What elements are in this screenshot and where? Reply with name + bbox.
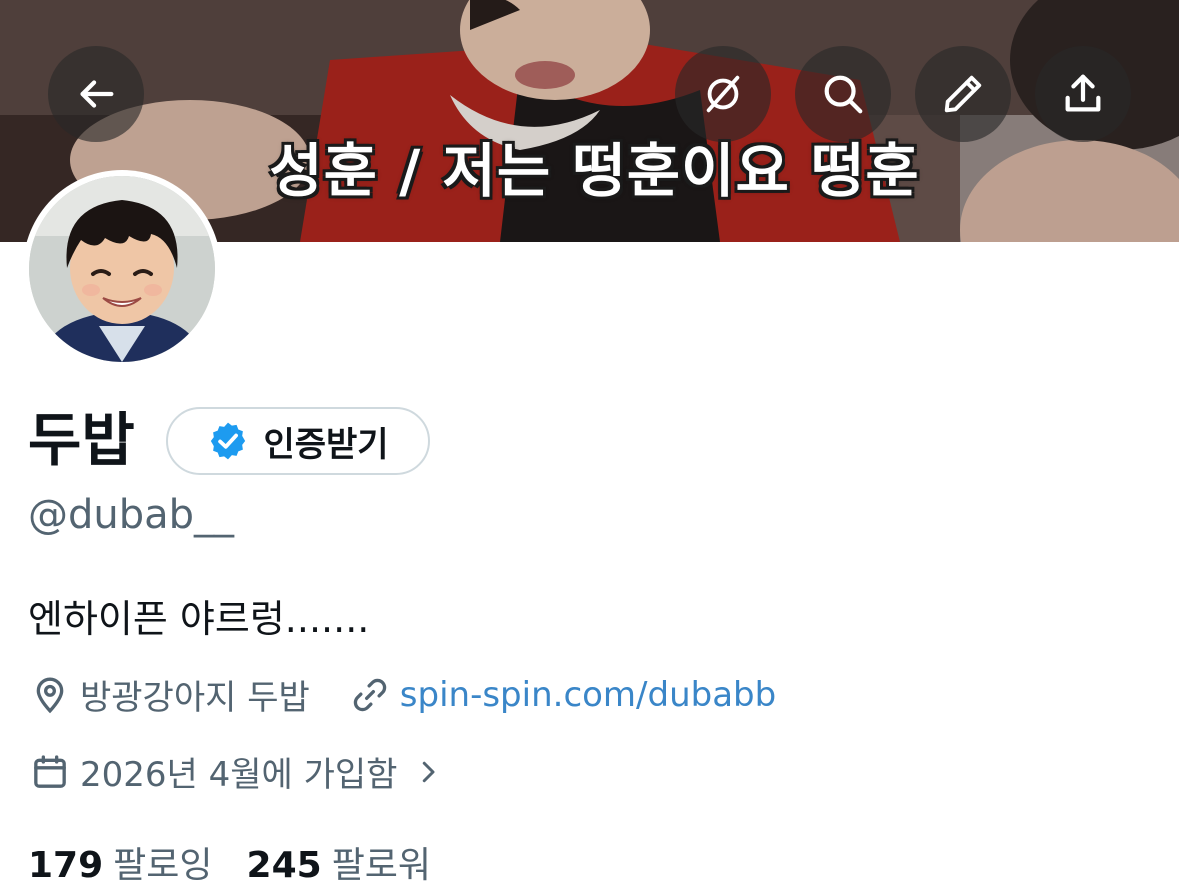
joined-date: 2026년 4월에 가입함 [80, 755, 398, 795]
link-icon [353, 678, 386, 711]
location-text: 방광강아지 두밥 [80, 678, 310, 718]
calendar-icon [34, 754, 66, 788]
get-verified-label: 인증받기 [263, 424, 389, 465]
verified-badge-icon [211, 422, 246, 460]
location-pin-icon [36, 677, 64, 713]
followers-label: 팔로워 [331, 845, 432, 886]
location-item: 방광강아지 두밥 [30, 670, 310, 719]
user-handle: @dubab__ [28, 492, 235, 538]
following-link[interactable]: 179 팔로잉 [28, 836, 213, 888]
website-item[interactable]: spin-spin.com/dubabb [350, 675, 776, 715]
arrow-left-icon [80, 80, 114, 108]
profile-meta-row: 방광강아지 두밥 spin-spin.com/dubabb [30, 670, 776, 719]
grok-button[interactable] [675, 46, 771, 142]
search-icon [824, 75, 863, 114]
followers-link[interactable]: 245 팔로워 [247, 836, 432, 888]
profile-bio: 엔하이픈 야르렁....... [28, 597, 370, 641]
follow-stats: 179 팔로잉 245 팔로워 [28, 836, 431, 888]
pencil-icon [944, 75, 982, 113]
website-link[interactable]: spin-spin.com/dubabb [400, 675, 776, 715]
following-count: 179 [28, 845, 104, 886]
share-button[interactable] [1035, 46, 1131, 142]
joined-item[interactable]: 2026년 4월에 가입함 [30, 747, 443, 796]
grok-icon [706, 75, 740, 113]
edit-button[interactable] [915, 46, 1011, 142]
avatar-photo [29, 176, 215, 362]
display-name: 두밥 [28, 406, 135, 474]
back-button[interactable] [48, 46, 144, 142]
following-label: 팔로잉 [113, 845, 213, 886]
chevron-right-icon [423, 761, 435, 782]
get-verified-button[interactable]: 인증받기 [166, 407, 430, 475]
joined-row[interactable]: 2026년 4월에 가입함 [30, 747, 443, 796]
avatar[interactable] [23, 170, 221, 368]
followers-count: 245 [246, 845, 322, 886]
search-button[interactable] [795, 46, 891, 142]
share-upload-icon [1065, 74, 1101, 112]
